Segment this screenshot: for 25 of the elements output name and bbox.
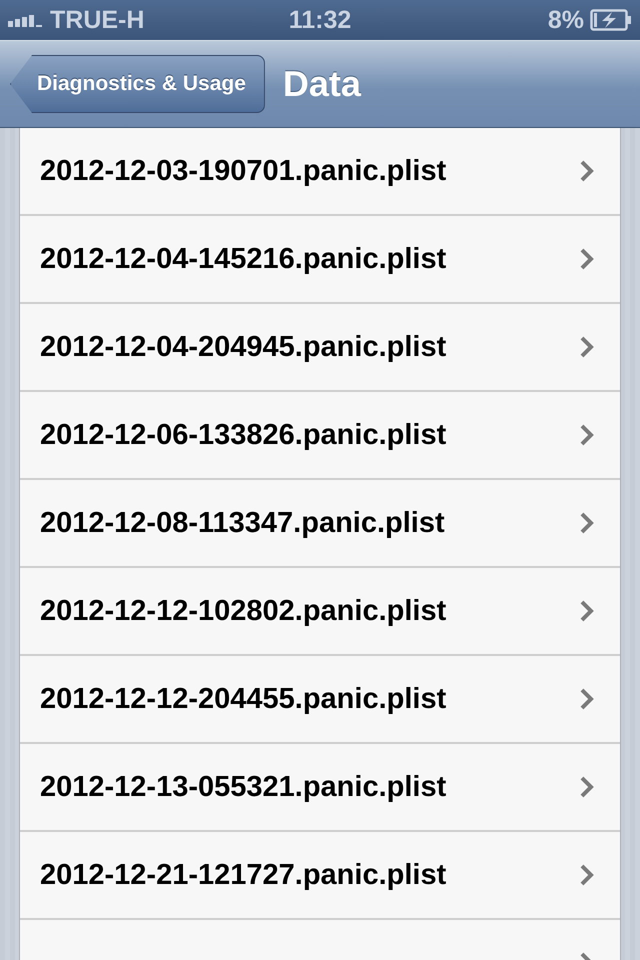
file-row[interactable]: 2012-12-03-190701.panic.plist: [20, 128, 620, 216]
signal-icon: [8, 13, 44, 27]
file-row[interactable]: 2012-12-21-121727.panic.plist: [20, 832, 620, 920]
file-row[interactable]: 2012-12-06-133826.panic.plist: [20, 392, 620, 480]
chevron-icon: [580, 160, 594, 182]
file-row[interactable]: 2012-12-12-204455.panic.plist: [20, 656, 620, 744]
file-row[interactable]: 2012-12-12-102802.panic.plist: [20, 568, 620, 656]
chevron-icon: [580, 424, 594, 446]
battery-charging-icon: [590, 9, 632, 31]
battery-percent: 8%: [548, 6, 584, 34]
chevron-icon: [580, 600, 594, 622]
chevron-icon: [580, 776, 594, 798]
file-row[interactable]: 2012-12-04-204945.panic.plist: [20, 304, 620, 392]
chevron-icon: [580, 864, 594, 886]
file-row[interactable]: 2012-12-13-055321.panic.plist: [20, 744, 620, 832]
file-row[interactable]: 2012-12-04-145216.panic.plist: [20, 216, 620, 304]
clock-time: 11:32: [288, 6, 352, 34]
page-title: Data: [282, 63, 361, 105]
chevron-icon: [580, 248, 594, 270]
back-button[interactable]: Diagnostics & Usage: [10, 55, 265, 113]
chevron-icon: [580, 512, 594, 534]
carrier-name: TRUE-H: [50, 6, 144, 34]
file-row[interactable]: 2012-12-08-113347.panic.plist: [20, 480, 620, 568]
chevron-icon: [580, 688, 594, 710]
chevron-icon: [580, 336, 594, 358]
